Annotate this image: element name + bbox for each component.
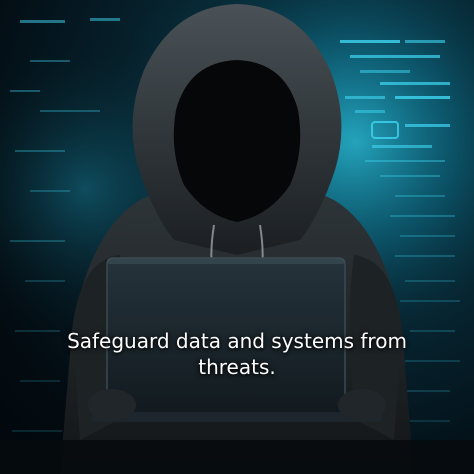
caption-line-1: Safeguard data and systems from <box>67 329 407 353</box>
bottom-shadow <box>0 440 474 474</box>
caption-line-2: threats. <box>198 355 276 379</box>
left-hand <box>88 389 136 421</box>
cybersecurity-banner: Safeguard data and systems from threats. <box>0 0 474 474</box>
hacker-scene-illustration <box>0 0 474 474</box>
banner-caption: Safeguard data and systems from threats. <box>40 328 434 380</box>
right-hand <box>338 389 386 421</box>
